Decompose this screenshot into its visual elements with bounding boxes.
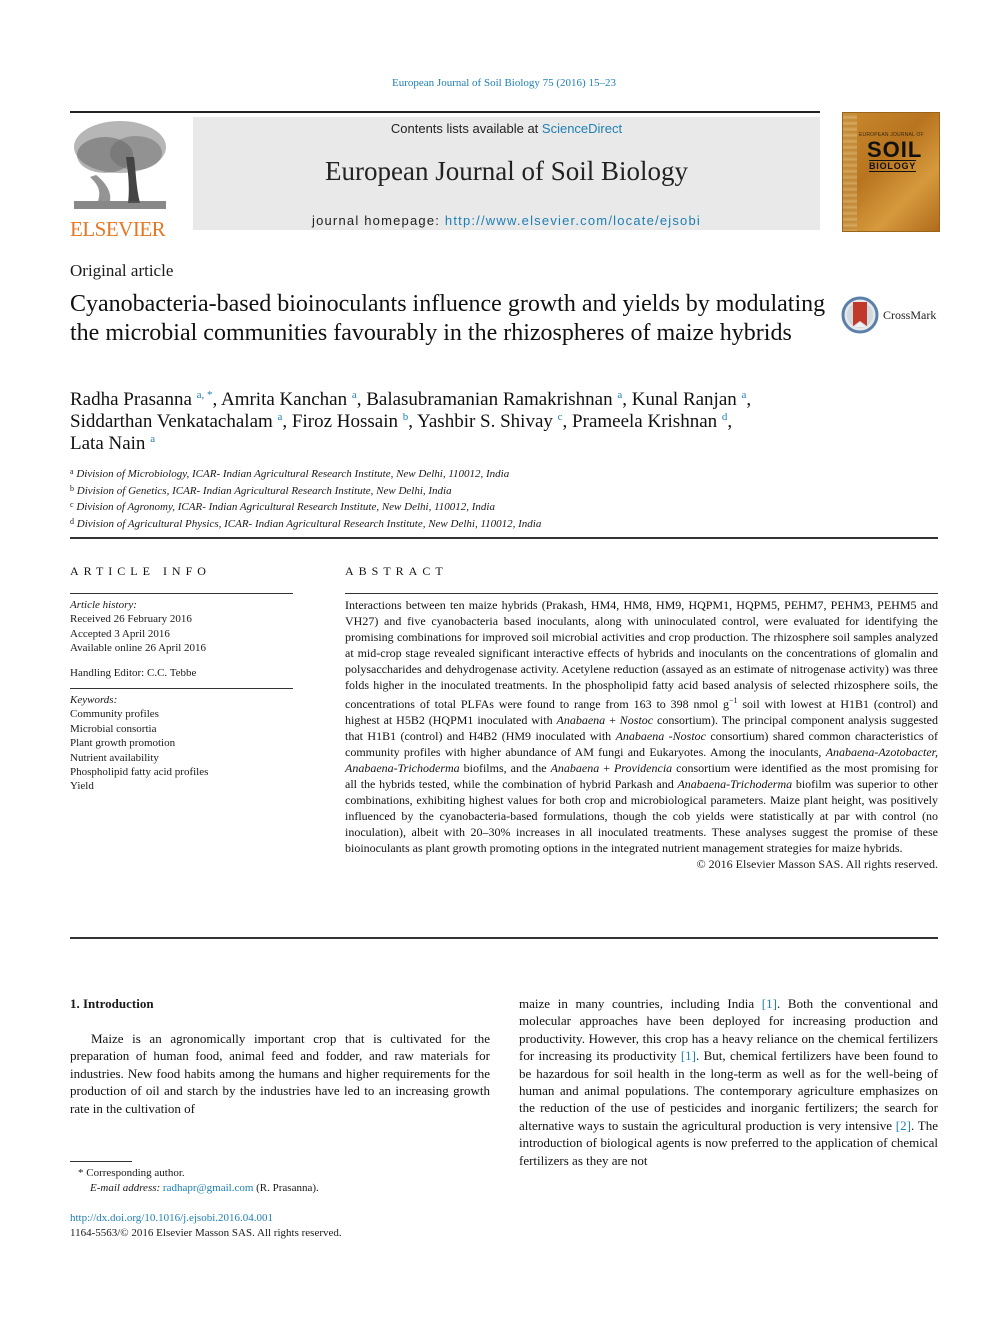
keywords: Keywords: Community profiles Microbial c… <box>70 693 293 794</box>
article-type: Original article <box>70 261 174 280</box>
crossmark-icon <box>841 296 879 334</box>
section-divider <box>70 537 938 539</box>
contents-line: Contents lists available at ScienceDirec… <box>193 121 820 136</box>
abstract-copyright: © 2016 Elsevier Masson SAS. All rights r… <box>696 856 938 871</box>
info-divider <box>70 593 293 594</box>
abstract-text-segment: Interactions between ten maize hybrids (… <box>345 598 938 712</box>
info-divider <box>70 688 293 690</box>
author[interactable]: Firoz Hossain b, <box>292 411 417 432</box>
email-link[interactable]: radhapr@gmail.com <box>163 1182 253 1194</box>
abstract-text-segment: + <box>605 713 620 728</box>
doi-block: http://dx.doi.org/10.1016/j.ejsobi.2016.… <box>70 1211 342 1241</box>
elsevier-logo[interactable]: ELSEVIER <box>70 117 172 240</box>
corresponding-author-note: * Corresponding author. <box>70 1166 319 1181</box>
handling-editor: Handling Editor: C.C. Tebbe <box>70 666 197 679</box>
accepted-date: Accepted 3 April 2016 <box>70 627 170 640</box>
author[interactable]: Amrita Kanchan a, <box>221 389 366 410</box>
article-title: Cyanobacteria-based bioinoculants influe… <box>70 291 826 346</box>
email-note: E-mail address: radhapr@gmail.com (R. Pr… <box>70 1181 319 1196</box>
author[interactable]: Balasubramanian Ramakrishnan a, <box>366 389 632 410</box>
abstract-italic-term: Anabaena-Trichoderma <box>677 776 793 791</box>
elsevier-tree-icon <box>70 117 170 213</box>
reference-link[interactable]: [2] <box>896 1118 911 1133</box>
intro-text-segment: maize in many countries, including India <box>519 996 762 1011</box>
abstract-text-segment: + <box>599 761 614 776</box>
elsevier-wordmark: ELSEVIER <box>70 217 166 241</box>
corresponding-mark: * <box>78 1167 84 1179</box>
keyword: Yield <box>70 780 94 793</box>
abstract-italic-term: Nostoc <box>619 713 654 728</box>
cover-texture <box>843 113 857 231</box>
abstract-divider <box>345 593 938 594</box>
abstract-italic-term: Anabaena -Nostoc <box>615 729 706 744</box>
contents-prefix: Contents lists available at <box>390 121 542 136</box>
section-heading-introduction: 1. Introduction <box>70 996 154 1011</box>
section-divider <box>70 937 938 939</box>
author-list: Radha Prasanna a, *, Amrita Kanchan a, B… <box>70 389 850 455</box>
author[interactable]: Yashbir S. Shivay c, <box>417 411 572 432</box>
author[interactable]: Prameela Krishnan d, <box>572 411 732 432</box>
email-label: E-mail address: <box>90 1182 161 1194</box>
footnote-rule <box>70 1161 132 1162</box>
journal-name: European Journal of Soil Biology <box>325 156 688 186</box>
author-affiliation-sup[interactable]: a, * <box>197 389 213 401</box>
homepage-link[interactable]: http://www.elsevier.com/locate/ejsobi <box>445 213 701 228</box>
crossmark-label: CrossMark <box>883 307 937 322</box>
article-info-heading: ARTICLE INFO <box>70 564 211 578</box>
affiliation-list: a Division of Microbiology, ICAR- Indian… <box>70 465 541 531</box>
keyword: Community profiles <box>70 708 159 721</box>
sciencedirect-link[interactable]: ScienceDirect <box>542 121 622 136</box>
abstract-italic-term: Anabaena <box>556 713 606 728</box>
homepage-prefix: journal homepage: <box>311 213 445 228</box>
abstract-italic-term: Providencia <box>613 761 673 776</box>
journal-citation-link[interactable]: European Journal of Soil Biology 75 (201… <box>0 77 992 89</box>
cover-title-small: BIOLOGY <box>869 160 917 172</box>
keyword: Nutrient availability <box>70 751 159 764</box>
issn-line: 1164-5563/© 2016 Elsevier Masson SAS. Al… <box>70 1227 342 1239</box>
abstract-heading: ABSTRACT <box>345 564 448 578</box>
author[interactable]: Radha Prasanna a, *, <box>70 389 221 410</box>
abstract-text-segment: biofilms, and the <box>459 761 551 776</box>
affiliation: b Division of Genetics, ICAR- Indian Agr… <box>70 483 452 497</box>
crossmark-badge[interactable]: CrossMark <box>841 296 936 334</box>
homepage-line: journal homepage: http://www.elsevier.co… <box>193 213 820 228</box>
author[interactable]: Lata Nain a <box>70 433 155 454</box>
footnotes: * Corresponding author. E-mail address: … <box>70 1166 319 1196</box>
keyword: Plant growth promotion <box>70 737 176 750</box>
author[interactable]: Kunal Ranjan a, <box>632 389 751 410</box>
online-date: Available online 26 April 2016 <box>70 642 207 655</box>
author[interactable]: Siddarthan Venkatachalam a, <box>70 411 292 432</box>
affiliation: c Division of Agronomy, ICAR- Indian Agr… <box>70 500 495 514</box>
affiliation: d Division of Agricultural Physics, ICAR… <box>70 516 542 530</box>
journal-cover-thumbnail[interactable]: EUROPEAN JOURNAL OF SOIL BIOLOGY <box>842 112 940 232</box>
author-affiliation-sup[interactable]: a <box>150 433 155 445</box>
reference-link[interactable]: [1] <box>762 996 777 1011</box>
intro-paragraph-left: Maize is an agronomically important crop… <box>70 1031 490 1116</box>
history-label: Article history: <box>70 599 137 611</box>
article-info: ARTICLE INFO Article history: Received 2… <box>70 564 293 794</box>
abstract: ABSTRACT Interactions between ten maize … <box>345 564 938 872</box>
doi-link[interactable]: http://dx.doi.org/10.1016/j.ejsobi.2016.… <box>70 1212 273 1224</box>
journal-banner: Contents lists available at ScienceDirec… <box>193 117 820 230</box>
abstract-body: Interactions between ten maize hybrids (… <box>345 598 938 857</box>
intro-paragraph-right: maize in many countries, including India… <box>519 995 938 1169</box>
reference-link[interactable]: [1] <box>681 1048 696 1063</box>
received-date: Received 26 February 2016 <box>70 613 192 626</box>
abstract-italic-term: Anabaena <box>550 761 600 776</box>
corresponding-text: Corresponding author. <box>86 1167 185 1179</box>
keyword: Phospholipid fatty acid profiles <box>70 766 209 779</box>
keyword: Microbial consortia <box>70 722 157 735</box>
header-rule <box>70 111 820 113</box>
keywords-label: Keywords: <box>70 694 118 707</box>
affiliation: a Division of Microbiology, ICAR- Indian… <box>70 467 510 480</box>
article-history: Article history: Received 26 February 20… <box>70 598 293 680</box>
email-suffix: (R. Prasanna). <box>253 1182 319 1194</box>
